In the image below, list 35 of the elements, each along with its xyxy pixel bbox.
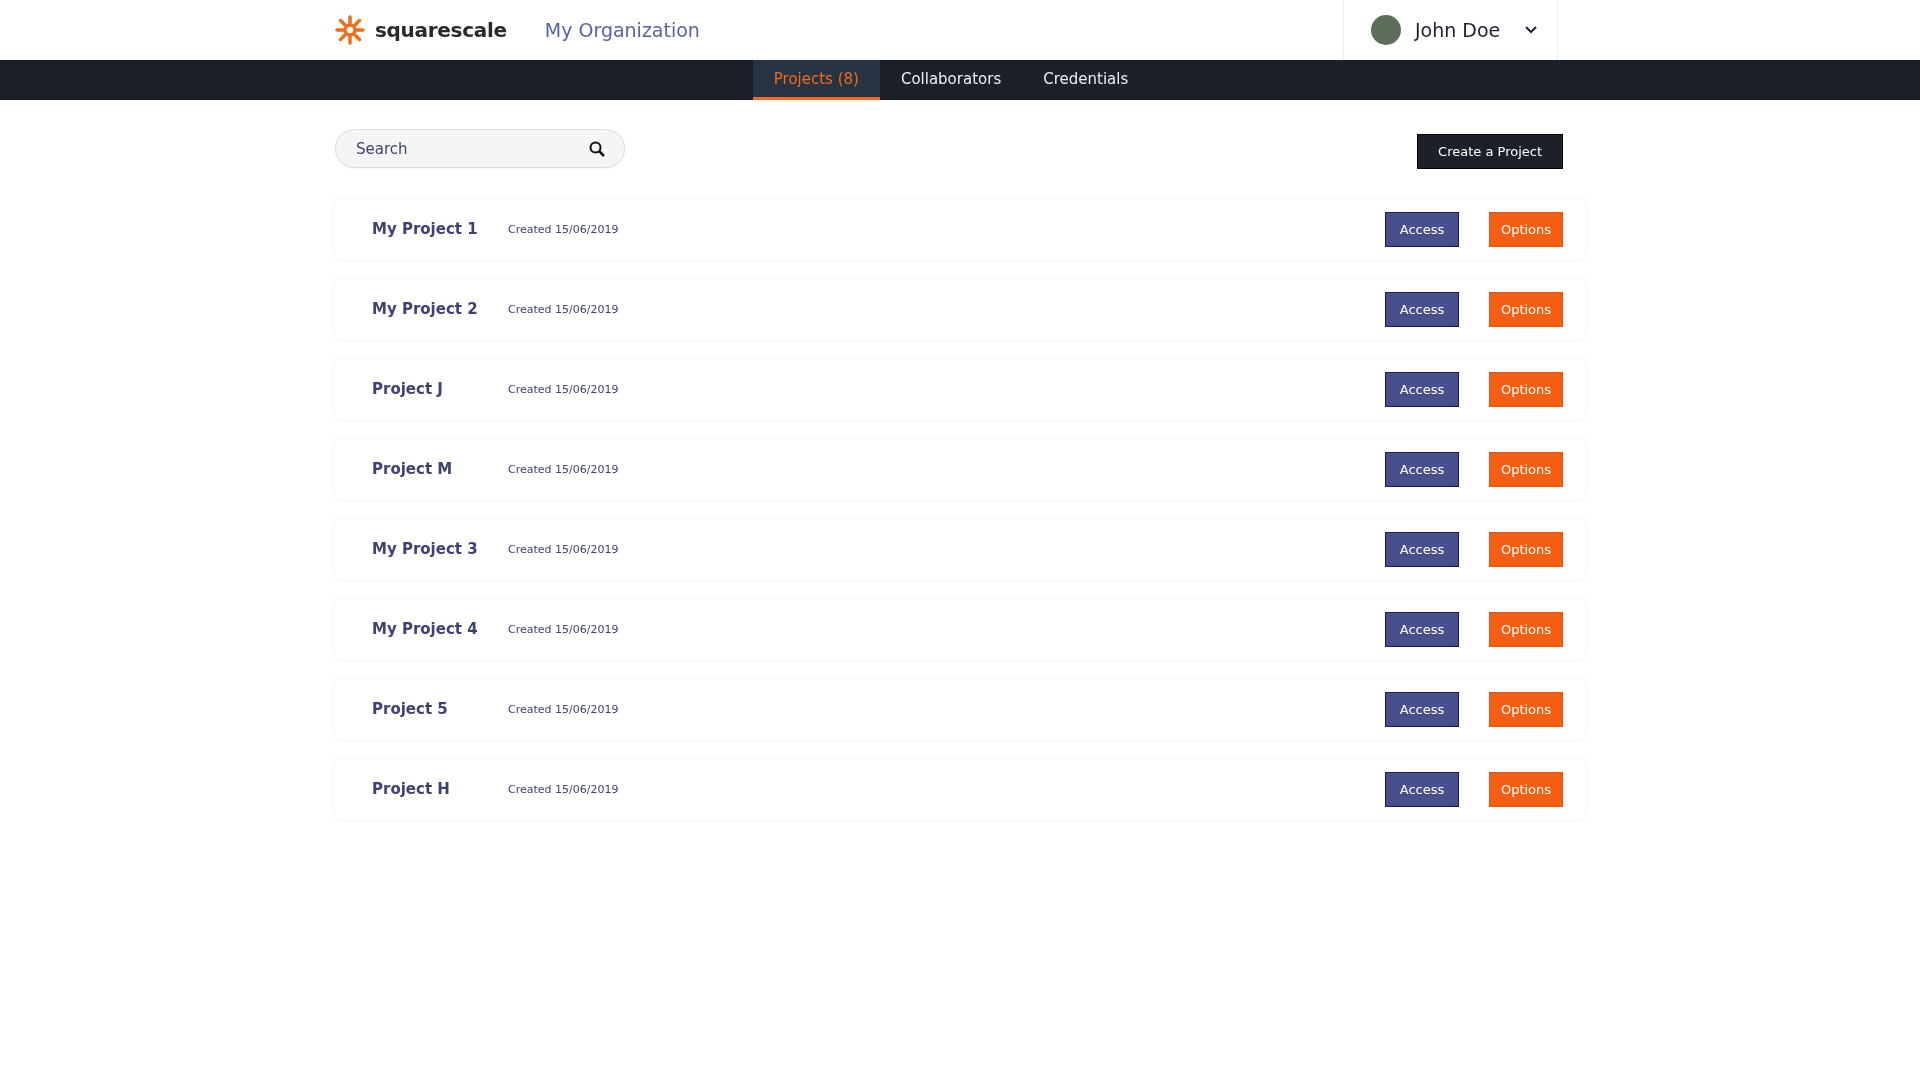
access-button[interactable]: Access [1385, 611, 1459, 647]
created-date: Created 15/06/2019 [508, 462, 619, 476]
snowflake-logo-icon [335, 15, 365, 45]
nav-tab[interactable]: Projects (8) [752, 60, 880, 100]
created-date: Created 15/06/2019 [508, 782, 619, 796]
chevron-down-icon [1525, 26, 1537, 34]
access-button[interactable]: Access [1385, 211, 1459, 247]
created-date: Created 15/06/2019 [508, 702, 619, 716]
project-name[interactable]: My Project 1 [372, 220, 508, 238]
project-name[interactable]: Project J [372, 380, 508, 398]
project-name[interactable]: My Project 3 [372, 540, 508, 558]
project-name[interactable]: Project H [372, 780, 508, 798]
access-button[interactable]: Access [1385, 371, 1459, 407]
created-date: Created 15/06/2019 [508, 542, 619, 556]
created-date: Created 15/06/2019 [508, 382, 619, 396]
project-name[interactable]: Project 5 [372, 700, 508, 718]
created-date: Created 15/06/2019 [508, 222, 619, 236]
avatar-icon [1371, 15, 1401, 45]
created-date: Created 15/06/2019 [508, 302, 619, 316]
project-name[interactable]: My Project 2 [372, 300, 508, 318]
created-date: Created 15/06/2019 [508, 622, 619, 636]
nav-tab[interactable]: Credentials [1022, 60, 1150, 100]
search-field[interactable]: Search [335, 129, 625, 168]
nav-tab[interactable]: Collaborators [879, 60, 1023, 100]
logo-text: squarescale [375, 18, 507, 42]
project-name[interactable]: Project M [372, 460, 508, 478]
access-button[interactable]: Access [1385, 451, 1459, 487]
access-button[interactable]: Access [1385, 531, 1459, 567]
organization-name[interactable]: My Organization [544, 19, 700, 41]
project-name[interactable]: My Project 4 [372, 620, 508, 638]
access-button[interactable]: Access [1385, 691, 1459, 727]
search-icon [589, 141, 605, 157]
create-project-button[interactable]: Create a Project [1417, 134, 1563, 169]
access-button[interactable]: Access [1385, 291, 1459, 327]
access-button[interactable]: Access [1385, 771, 1459, 807]
